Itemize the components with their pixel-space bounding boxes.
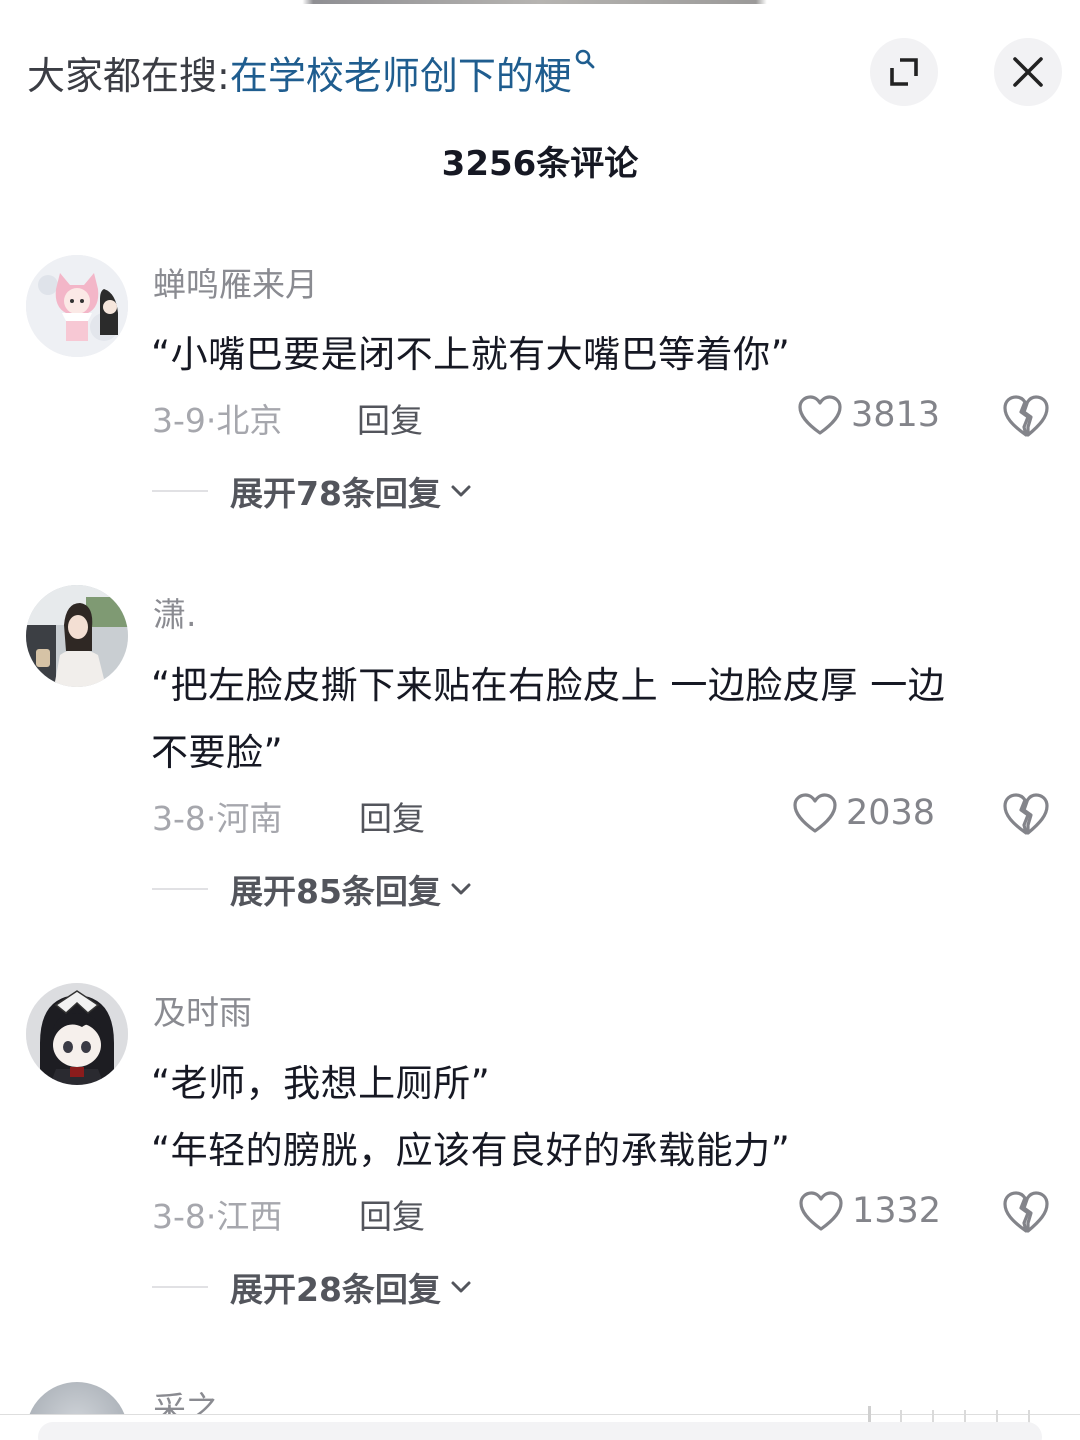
search-term-link[interactable]: 在学校老师创下的梗 <box>230 45 572 100</box>
expand-button[interactable] <box>870 38 938 106</box>
divider-line <box>152 490 208 492</box>
search-prefix: 大家都在搜: <box>27 53 230 98</box>
username[interactable]: 潇. <box>153 588 197 636</box>
reply-button[interactable]: 回复 <box>359 792 425 840</box>
top-image-strip <box>0 0 1080 4</box>
like-button[interactable]: 3813 <box>797 390 940 440</box>
heart-icon <box>799 1191 843 1231</box>
comments-panel: 大家都在搜: 在学校老师创下的梗 3256条评论 蝉鸣雁来月 “小嘴巴要是闭不上… <box>0 0 1080 1440</box>
like-button[interactable]: 2038 <box>792 788 935 838</box>
close-button[interactable] <box>994 38 1062 106</box>
heart-icon <box>793 793 837 833</box>
search-suggestion[interactable]: 大家都在搜: 在学校老师创下的梗 <box>27 44 596 100</box>
expand-replies-button[interactable]: 展开78条回复 <box>152 466 473 516</box>
comment-count-title: 3256条评论 <box>441 144 639 184</box>
like-count: 1332 <box>852 1191 942 1231</box>
comment-date-location: 3-8·江西 <box>152 1197 283 1236</box>
username[interactable]: 蝉鸣雁来月 <box>153 258 318 306</box>
username[interactable]: 及时雨 <box>153 986 252 1034</box>
like-button[interactable]: 1332 <box>798 1186 941 1236</box>
close-icon <box>1013 57 1043 87</box>
dislike-broken-heart-icon[interactable] <box>1002 393 1050 439</box>
reply-button[interactable]: 回复 <box>357 394 423 442</box>
like-count: 2038 <box>846 793 936 833</box>
expand-replies-button[interactable]: 展开85条回复 <box>152 864 473 914</box>
comment-text: “年轻的膀胱，应该有良好的承载能力” <box>151 1129 791 1172</box>
dislike-broken-heart-icon[interactable] <box>1002 1189 1050 1235</box>
comment-text: “老师，我想上厕所” <box>151 1062 491 1105</box>
chevron-down-icon <box>451 883 471 895</box>
heart-icon <box>798 395 842 435</box>
chevron-down-icon <box>451 485 471 497</box>
expand-icon <box>890 58 918 86</box>
avatar[interactable] <box>26 983 128 1085</box>
dislike-broken-heart-icon[interactable] <box>1002 791 1050 837</box>
avatar[interactable] <box>26 255 128 357</box>
divider-line <box>152 888 208 890</box>
divider-line <box>152 1286 208 1288</box>
search-icon <box>575 49 595 69</box>
expand-replies-label: 展开85条回复 <box>230 872 441 911</box>
comment-text: “小嘴巴要是闭不上就有大嘴巴等着你” <box>151 333 791 376</box>
comment-input-field[interactable] <box>38 1422 1042 1440</box>
comment-text: 不要脸” <box>151 731 284 774</box>
comment-date-location: 3-8·河南 <box>152 799 283 838</box>
expand-replies-button[interactable]: 展开28条回复 <box>152 1262 473 1312</box>
like-count: 3813 <box>851 395 941 435</box>
reply-button[interactable]: 回复 <box>359 1190 425 1238</box>
chevron-down-icon <box>451 1281 471 1293</box>
avatar[interactable] <box>26 585 128 687</box>
expand-replies-label: 展开78条回复 <box>230 474 441 513</box>
comment-date-location: 3-9·北京 <box>152 401 283 440</box>
comment-text: “把左脸皮撕下来贴在右脸皮上 一边脸皮厚 一边 <box>151 664 946 707</box>
expand-replies-label: 展开28条回复 <box>230 1270 441 1309</box>
